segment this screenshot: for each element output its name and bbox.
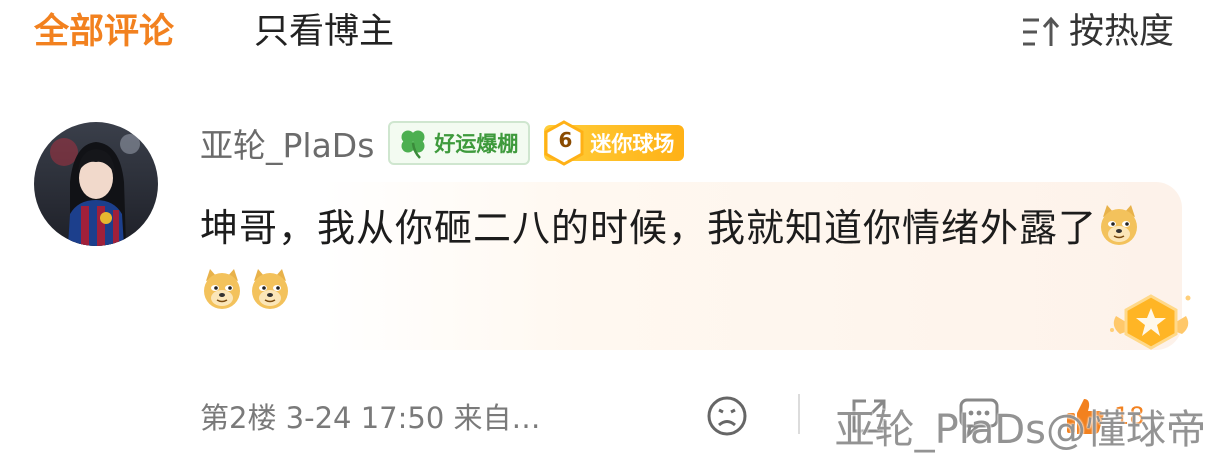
sort-icon bbox=[1022, 16, 1060, 46]
comment-tab-bar: 全部评论 只看博主 按热度 bbox=[0, 0, 1214, 70]
comment-user-row: 亚轮_PlaDs 好运爆棚 6 迷你球场 bbox=[200, 118, 685, 168]
comment-meta: 第2楼 3-24 17:50 来自… bbox=[200, 401, 541, 435]
comment-text: 坤哥，我从你砸二八的时候，我就知道你情绪外露了 bbox=[200, 206, 1098, 250]
doge-emoji bbox=[252, 269, 288, 309]
doge-emoji bbox=[204, 269, 240, 309]
watermark: 亚轮_PlaDs@懂球帝 bbox=[834, 407, 1206, 453]
doge-emoji bbox=[1101, 205, 1138, 245]
badge-level[interactable]: 6 迷你球场 bbox=[544, 120, 685, 166]
sad-face-icon bbox=[707, 396, 747, 436]
clover-icon bbox=[401, 130, 425, 159]
comment-body[interactable]: 坤哥，我从你砸二八的时候，我就知道你情绪外露了 bbox=[200, 196, 1160, 324]
sort-label: 按热度 bbox=[1068, 12, 1174, 52]
comment-footer: 第2楼 3-24 17:50 来自… bbox=[200, 388, 541, 444]
badge-level-number: 6 bbox=[558, 128, 573, 152]
username[interactable]: 亚轮_PlaDs bbox=[200, 119, 374, 167]
footer-divider bbox=[798, 394, 800, 434]
dislike-button[interactable] bbox=[704, 388, 750, 444]
tab-all-comments[interactable]: 全部评论 bbox=[34, 10, 174, 54]
avatar-image bbox=[34, 122, 158, 246]
tab-author-only[interactable]: 只看博主 bbox=[254, 10, 394, 54]
badge-lucky-label: 好运爆棚 bbox=[434, 132, 519, 156]
badge-lucky[interactable]: 好运爆棚 bbox=[388, 121, 531, 165]
gold-medal-decoration-icon bbox=[1110, 294, 1191, 350]
badge-level-label: 迷你球场 bbox=[590, 132, 675, 156]
avatar[interactable] bbox=[34, 122, 158, 246]
sort-by-hot-button[interactable]: 按热度 bbox=[1021, 10, 1174, 54]
